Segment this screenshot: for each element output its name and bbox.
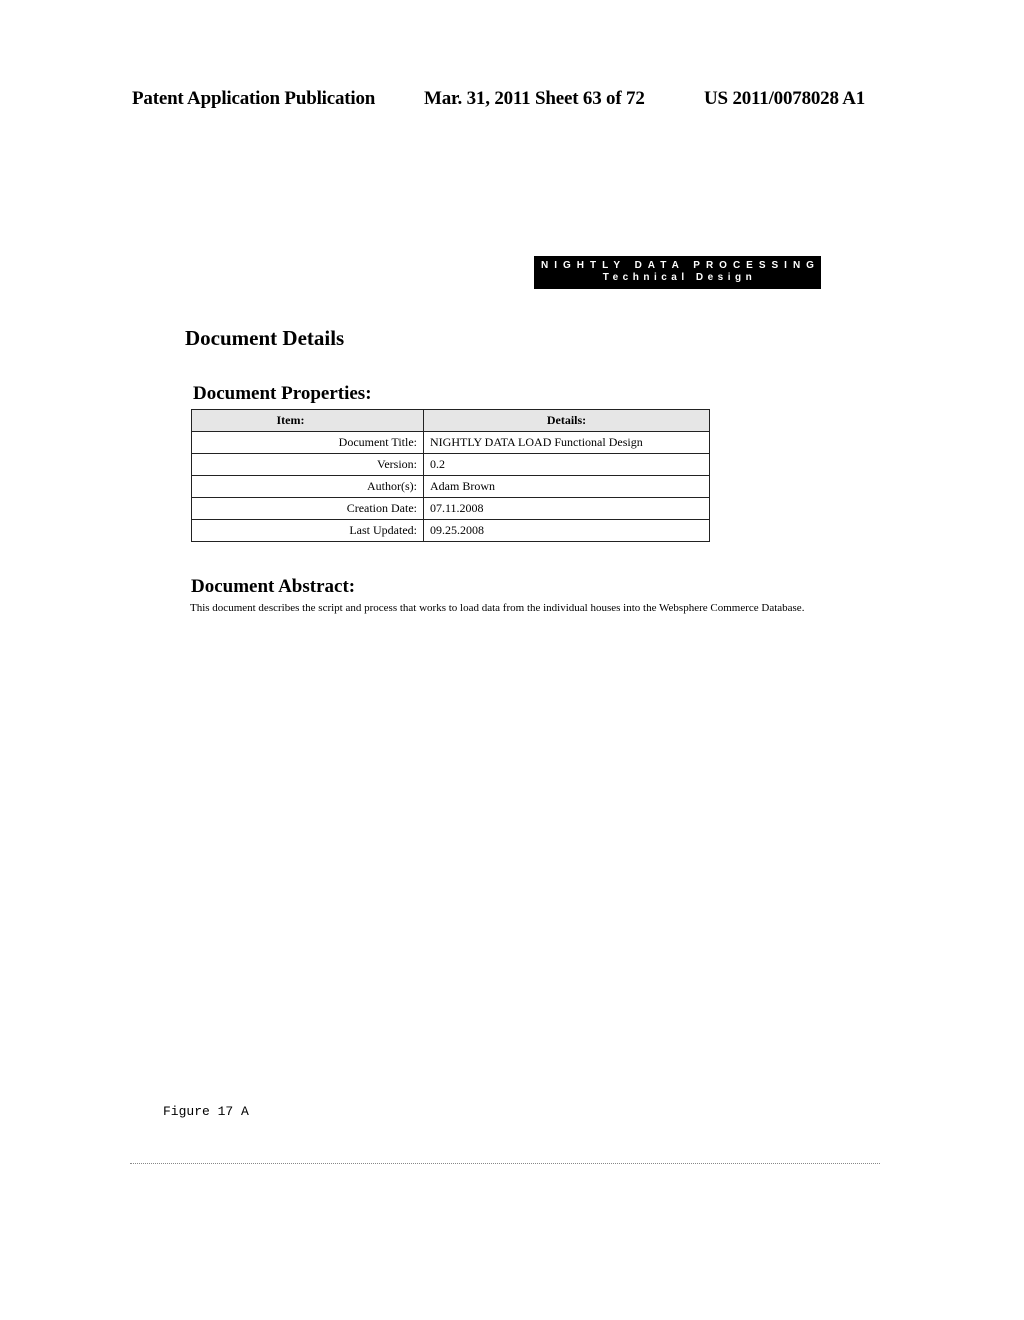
figure-label: Figure 17 A — [163, 1104, 249, 1119]
abstract-heading: Document Abstract: — [191, 576, 356, 597]
row-detail: 07.11.2008 — [423, 497, 710, 520]
bottom-divider — [130, 1163, 880, 1164]
properties-table: Item: Details: Document Title: NIGHTLY D… — [191, 409, 710, 542]
banner-line-1: NIGHTLY DATA PROCESSING — [541, 260, 820, 271]
page-title: Document Details — [185, 326, 345, 350]
row-item: Document Title: — [191, 431, 424, 454]
row-item: Last Updated: — [191, 519, 424, 542]
table-header-row: Item: Details: — [191, 409, 710, 432]
patent-number: US 2011/0078028 A1 — [704, 88, 866, 109]
row-detail: 0.2 — [423, 453, 710, 476]
row-item: Author(s): — [191, 475, 424, 498]
row-detail: Adam Brown — [423, 475, 710, 498]
row-item: Version: — [191, 453, 424, 476]
column-header-details: Details: — [423, 409, 710, 432]
date-sheet-label: Mar. 31, 2011 Sheet 63 of 72 — [424, 88, 645, 109]
column-header-item: Item: — [191, 409, 424, 432]
patent-header: Patent Application Publication Mar. 31, … — [132, 88, 882, 114]
row-detail: NIGHTLY DATA LOAD Functional Design — [423, 431, 710, 454]
properties-heading: Document Properties: — [193, 383, 372, 404]
row-detail: 09.25.2008 — [423, 519, 710, 542]
abstract-text: This document describes the script and p… — [190, 602, 805, 614]
row-item: Creation Date: — [191, 497, 424, 520]
title-banner: NIGHTLY DATA PROCESSING Technical Design — [534, 256, 821, 289]
table-row: Last Updated: 09.25.2008 — [191, 519, 710, 542]
table-row: Version: 0.2 — [191, 453, 710, 476]
table-row: Author(s): Adam Brown — [191, 475, 710, 498]
table-row: Creation Date: 07.11.2008 — [191, 497, 710, 520]
publication-label: Patent Application Publication — [132, 88, 376, 109]
table-row: Document Title: NIGHTLY DATA LOAD Functi… — [191, 431, 710, 454]
banner-line-2: Technical Design — [602, 272, 757, 283]
